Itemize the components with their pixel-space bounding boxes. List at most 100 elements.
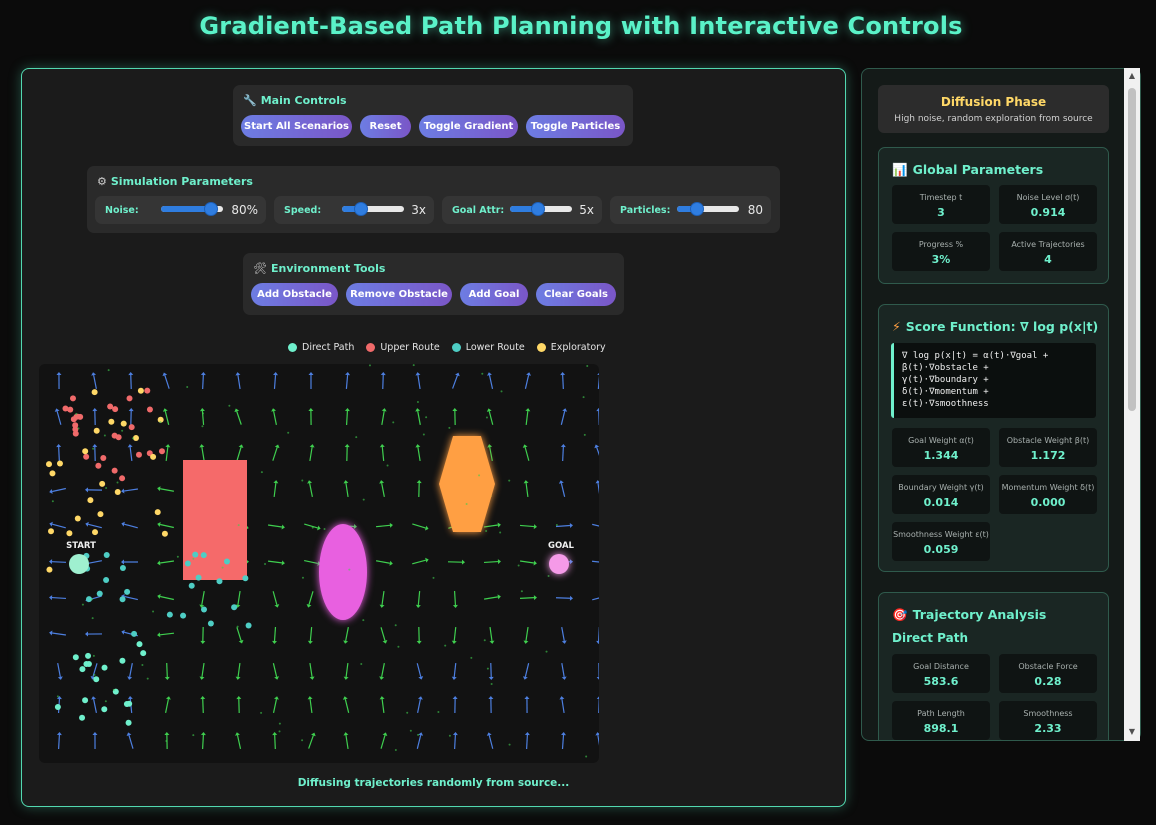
gradient-arrow [159, 560, 175, 564]
legend: Direct Path Upper Route Lower Route Expl… [288, 340, 606, 354]
toggle-particles-button[interactable]: Toggle Particles [526, 115, 625, 138]
gradient-arrow-head [569, 522, 573, 528]
goal-attraction-slider[interactable] [510, 202, 572, 216]
noise-slider[interactable] [161, 202, 223, 216]
gradient-arrow-head [533, 560, 537, 566]
gradient-arrow [562, 374, 564, 390]
param-label: Noise: [105, 205, 139, 216]
particle [79, 714, 86, 721]
remove-obstacle-button[interactable]: Remove Obstacle [346, 283, 452, 306]
simulation-parameters-title: Simulation Parameters [110, 175, 253, 188]
gradient-arrow [381, 446, 385, 462]
gradient-arrow [519, 560, 535, 564]
rect-obstacle[interactable] [183, 460, 247, 580]
gradient-arrow-head [92, 408, 98, 412]
particle-trace [278, 730, 281, 733]
wrench-icon: 🔧 [243, 94, 257, 107]
gradient-arrow-head [49, 595, 53, 601]
add-goal-button[interactable]: Add Goal [460, 283, 528, 306]
scroll-down-arrow-icon[interactable]: ▼ [1124, 727, 1140, 736]
main-controls-title: Main Controls [260, 94, 347, 107]
particle [100, 454, 107, 461]
gradient-arrow-head [569, 559, 573, 565]
simulation-svg[interactable]: START GOAL [39, 364, 599, 763]
gradient-arrow [345, 374, 349, 390]
stat-smoothness-weight: Smoothness Weight ε(t) 0.059 [892, 522, 990, 561]
particle [93, 676, 100, 683]
particle-trace [221, 566, 224, 569]
stat-progress: Progress % 3% [892, 232, 990, 271]
gradient-arrow-head [157, 632, 161, 638]
particle-trace [131, 437, 134, 440]
scroll-thumb[interactable] [1128, 88, 1136, 411]
particle-trace [586, 365, 589, 368]
param-value: 80% [231, 203, 258, 217]
particle-trace [485, 416, 488, 419]
gradient-arrow-head [489, 640, 495, 644]
legend-item-exploratory: Exploratory [536, 340, 606, 354]
start-marker[interactable] [69, 554, 89, 574]
gradient-arrow [454, 734, 456, 750]
speed-slider[interactable] [342, 202, 404, 216]
gradient-arrow [160, 595, 174, 601]
gradient-arrow [483, 524, 499, 528]
gradient-arrow-head [389, 560, 393, 566]
gradient-arrow [597, 734, 599, 746]
main-controls-box: 🔧 Main Controls Start All Scenarios Reset… [233, 85, 633, 146]
particle [87, 497, 94, 504]
gradient-arrow [488, 375, 494, 389]
scroll-up-arrow-icon[interactable]: ▲ [1124, 71, 1140, 80]
gradient-arrow [382, 374, 384, 390]
gradient-arrow-head [200, 732, 206, 736]
particle-trace [236, 625, 239, 628]
particle [48, 528, 55, 535]
particle [49, 470, 56, 477]
environment-tools-box: 🛠 Environment Tools Add Obstacle Remove O… [243, 253, 624, 315]
goal-label: GOAL [548, 541, 575, 551]
gradient-arrow [416, 663, 422, 677]
particle-trace [409, 729, 412, 732]
gradient-arrow-head [497, 594, 501, 600]
gradient-arrow-head [488, 696, 494, 700]
gradient-arrow [345, 482, 349, 498]
goal-marker[interactable] [549, 554, 569, 574]
particles-slider[interactable] [677, 202, 739, 216]
gradient-arrow [380, 627, 386, 641]
particle-trace [499, 531, 502, 534]
particle-trace [75, 412, 78, 415]
particle [119, 657, 126, 664]
simulation-canvas[interactable]: START GOAL [39, 364, 599, 763]
side-panel-scrollbar[interactable]: ▲ ▼ [1124, 68, 1140, 741]
particle [125, 719, 132, 726]
toggle-gradient-button[interactable]: Toggle Gradient [419, 115, 518, 138]
ellipse-obstacle[interactable] [319, 524, 367, 620]
gradient-arrow-head [343, 640, 349, 644]
particle-trace [483, 639, 486, 642]
particle-trace [517, 564, 520, 567]
hexagon-obstacle[interactable] [439, 436, 495, 532]
particle-trace [323, 528, 326, 531]
clear-goals-button[interactable]: Clear Goals [536, 283, 616, 306]
reset-button[interactable]: Reset [360, 115, 411, 138]
particle [154, 509, 161, 516]
param-speed: Speed: 3x [274, 196, 434, 224]
gradient-arrow [166, 662, 168, 678]
gradient-arrow-head [199, 408, 205, 412]
particle-trace [152, 610, 155, 613]
gradient-arrow [237, 590, 241, 606]
gradient-arrow [201, 662, 205, 678]
particle-trace [585, 755, 588, 758]
gradient-arrow-head [307, 480, 313, 484]
particle-trace [392, 421, 395, 424]
particle [231, 604, 238, 611]
page-title: Gradient-Based Path Planning with Intera… [199, 12, 963, 40]
gradient-arrow-head [121, 559, 125, 565]
start-all-scenarios-button[interactable]: Start All Scenarios [241, 115, 352, 138]
gradient-arrow-head [523, 480, 529, 484]
particle [93, 427, 100, 434]
gear-icon: ⚙ [97, 175, 107, 188]
gradient-arrow-head [273, 480, 279, 484]
add-obstacle-button[interactable]: Add Obstacle [251, 283, 338, 306]
stat-active-trajectories: Active Trajectories 4 [999, 232, 1097, 271]
gradient-arrow-head [91, 372, 97, 376]
